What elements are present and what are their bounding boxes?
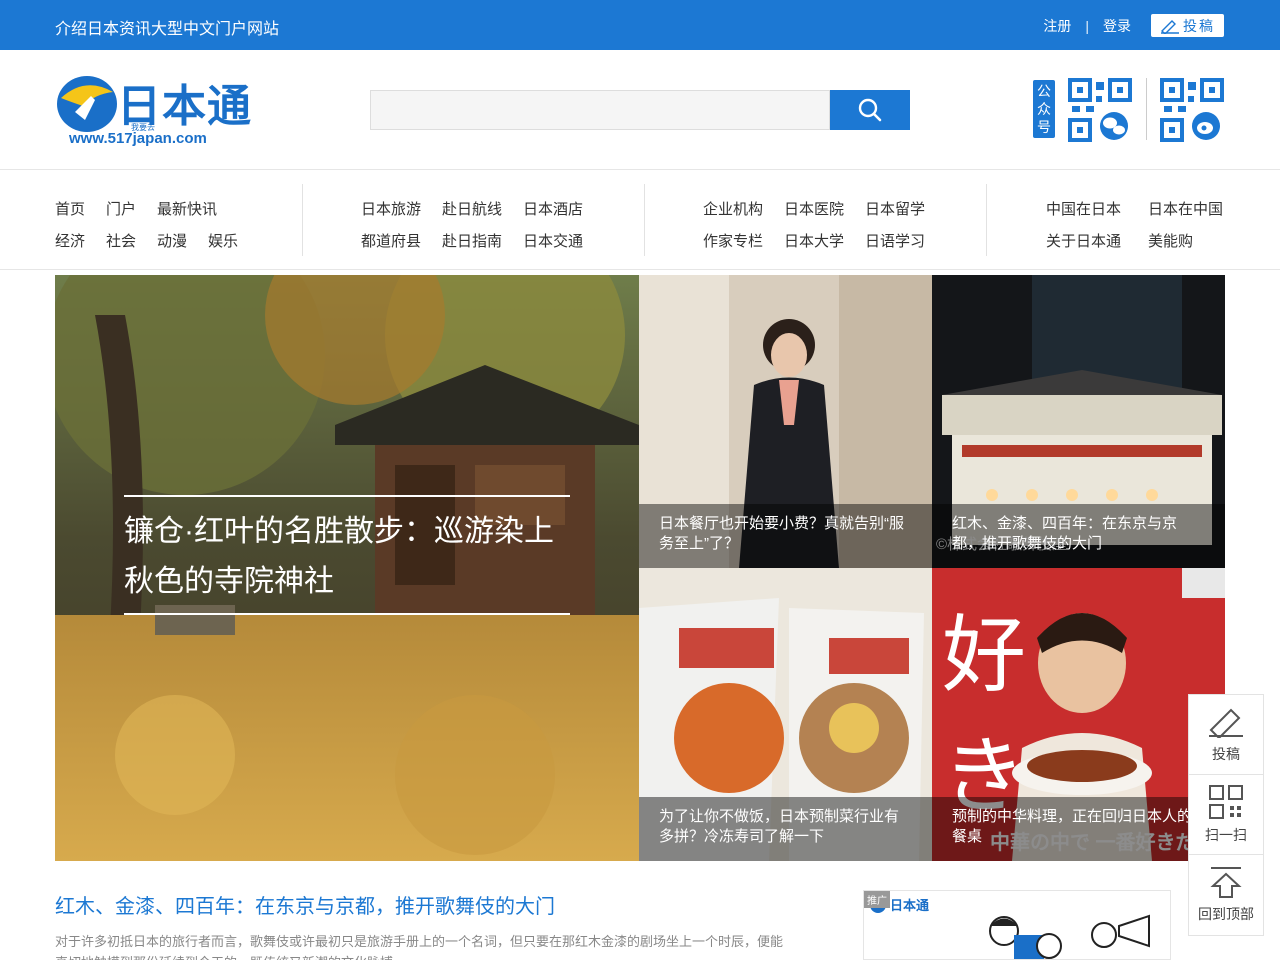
nav-item[interactable]: 关于日本通 [1046,230,1121,251]
promo-ad-label: 推广 [864,891,890,908]
banner-main-caption: 镰仓·红叶的名胜散步：巡游染上秋色的寺院神社 [124,495,570,615]
site-tagline: 介绍日本资讯大型中文门户网站 [55,21,280,38]
weibo-qr-icon[interactable] [1160,78,1224,142]
nav-item[interactable]: 日本留学 [865,198,925,219]
banner-tile[interactable]: 好き 中華の中で 一番好きだっ! 预制的中华料理，正在回归日本人的餐桌 [932,568,1225,861]
register-link[interactable]: 注册 [1043,16,1071,36]
article-summary: 对于许多初抵日本的旅行者而言，歌舞伎或许最初只是旅游手册上的一个名词，但只要在那… [55,934,784,960]
nav-item[interactable]: 赴日航线 [442,198,502,219]
promo-banner[interactable]: 日本通 推广 [863,890,1171,960]
nav-divider [302,184,303,256]
feature-banner: 镰仓·红叶的名胜散步：巡游染上秋色的寺院神社 日本餐厅也开始要小费？真就告别“服… [55,275,1225,861]
wechat-official-label: 公众号 [1033,80,1055,138]
nav-item[interactable]: 动漫 [157,230,187,251]
featured-article: 红木、金漆、四百年：在东京与京都，推开歌舞伎的大门 对于许多初抵日本的旅行者而言… [55,890,795,960]
edit-icon [1209,708,1243,738]
logo-url-text: www.517japan.com [69,130,207,147]
banner-tile-caption: 日本餐厅也开始要小费？真就告别“服务至上”了？ [639,504,932,568]
nav-item[interactable]: 日本大学 [784,230,844,251]
float-contribute-button[interactable]: 投稿 [1189,695,1263,775]
float-scan-label: 扫一扫 [1205,826,1247,843]
article-title[interactable]: 红木、金漆、四百年：在东京与京都，推开歌舞伎的大门 [55,890,795,919]
logo-globe-icon [57,76,117,132]
nav-group-about: 中国在日本 日本在中国 关于日本通 美能购 [1046,192,1244,256]
nav-item[interactable]: 首页 [55,198,85,219]
edit-icon [1161,19,1179,34]
site-logo[interactable]: 日本通 我要去 www.517japan.com [55,70,255,150]
search-icon [858,98,882,122]
banner-tile[interactable]: 日本餐厅也开始要小费？真就告别“服务至上”了？ [639,275,932,568]
login-link[interactable]: 登录 [1103,16,1131,36]
nav-group-general: 首页 门户 最新快讯 经济 社会 动漫 娱乐 [55,192,259,256]
svg-text:日本通: 日本通 [890,898,929,914]
nav-group-institutions: 企业机构 日本医院 日本留学 作家专栏 日本大学 日语学习 [703,192,946,256]
nav-item[interactable]: 最新快讯 [157,198,217,219]
nav-item[interactable]: 日本在中国 [1148,198,1223,219]
nav-item[interactable]: 日本旅游 [361,198,421,219]
nav-item[interactable]: 美能购 [1148,230,1193,251]
nav-item[interactable]: 作家专栏 [703,230,763,251]
contribute-label: 投稿 [1183,17,1215,34]
nav-item[interactable]: 中国在日本 [1046,198,1121,219]
banner-main-tile[interactable]: 镰仓·红叶的名胜散步：巡游染上秋色的寺院神社 [55,275,639,861]
nav-divider [986,184,987,256]
search-button[interactable] [830,90,910,130]
floating-sidebar: 投稿 扫一扫 回到顶部 [1188,694,1264,936]
arrow-up-icon [1210,867,1242,898]
search-bar [370,90,910,130]
banner-tile-caption: 红木、金漆、四百年：在东京与京都，推开歌舞伎的大门 [932,504,1225,568]
float-contribute-label: 投稿 [1212,745,1240,762]
banner-tile-caption: 预制的中华料理，正在回归日本人的餐桌 [932,797,1225,861]
nav-item[interactable]: 日本医院 [784,198,844,219]
nav-item[interactable]: 经济 [55,230,85,251]
account-links: 注册 | 登录 投稿 [1043,14,1224,37]
nav-divider [644,184,645,256]
nav-item[interactable]: 日本酒店 [523,198,583,219]
back-to-top-button[interactable]: 回到顶部 [1189,855,1263,935]
float-scan-button[interactable]: 扫一扫 [1189,775,1263,855]
nav-item[interactable]: 企业机构 [703,198,763,219]
link-separator: | [1085,17,1089,34]
nav-group-travel: 日本旅游 赴日航线 日本酒店 都道府县 赴日指南 日本交通 [361,192,604,256]
ad-headline-text: 好き [942,606,1087,825]
search-input[interactable] [370,90,830,130]
banner-tile[interactable]: 为了让你不做饭，日本预制菜行业有多拼？冷冻寿司了解一下 [639,568,932,861]
nav-item[interactable]: 社会 [106,230,136,251]
back-to-top-label: 回到顶部 [1198,906,1254,922]
nav-item[interactable]: 门户 [106,198,136,219]
main-nav: 首页 门户 最新快讯 经济 社会 动漫 娱乐 日本旅游 赴日航线 日本酒店 都道府县 赴日指南日… [0,170,1280,270]
qr-divider [1146,78,1147,140]
promo-illustration: 日本通 [864,891,1170,959]
qr-code-icon [1209,784,1243,819]
nav-item[interactable]: 日本交通 [523,230,583,251]
nav-item[interactable]: 都道府县 [361,230,421,251]
site-header: 日本通 我要去 www.517japan.com 公众号 [0,50,1280,170]
banner-tile[interactable]: ©株式会社歌舞伎座 红木、金漆、四百年：在东京与京都，推开歌舞伎的大门 [932,275,1225,568]
nav-item[interactable]: 娱乐 [208,230,238,251]
wechat-qr-icon[interactable] [1068,78,1132,142]
top-bar: 介绍日本资讯大型中文门户网站 注册 | 登录 投稿 [0,0,1280,50]
banner-tile-caption: 为了让你不做饭，日本预制菜行业有多拼？冷冻寿司了解一下 [639,797,932,861]
nav-item[interactable]: 日语学习 [865,230,925,251]
contribute-button[interactable]: 投稿 [1151,14,1224,37]
nav-item[interactable]: 赴日指南 [442,230,502,251]
